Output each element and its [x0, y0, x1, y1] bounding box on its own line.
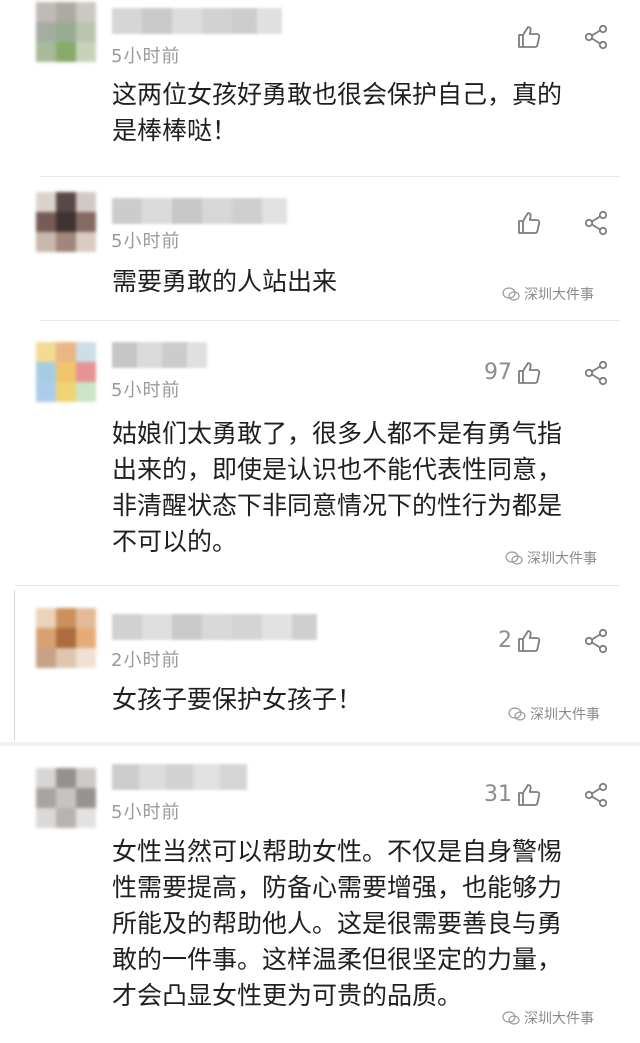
comment-text: 女性当然可以帮助女性。不仅是自身警惕 性需要提高，防备心需要增强，也能够力 所能… [112, 837, 563, 1010]
comment-time: 5小时前 [111, 46, 181, 67]
like-button[interactable] [452, 22, 542, 52]
comment-item: 2小时前 2 女孩子要保护女孩子！ 深圳大件事 [0, 590, 640, 740]
watermark: 深圳大件事 [508, 704, 600, 724]
username-blurred[interactable] [112, 342, 207, 368]
watermark: 深圳大件事 [502, 1008, 594, 1028]
comment-item: 5小时前 31 女性当然可以帮助女性。不仅是自身警惕 性需要提高，防备心需要增强… [0, 746, 640, 1043]
thumbs-up-icon [518, 362, 541, 384]
share-icon[interactable] [583, 24, 609, 50]
like-button[interactable]: 31 [452, 780, 542, 810]
avatar[interactable] [36, 2, 96, 62]
comment-time: 5小时前 [111, 380, 181, 401]
avatar[interactable] [36, 192, 96, 252]
username-blurred[interactable] [112, 198, 287, 224]
divider [15, 585, 620, 586]
like-count: 97 [484, 360, 512, 385]
like-count: 2 [498, 628, 512, 653]
like-count: 31 [484, 782, 512, 807]
comment-item: 5小时前 这两位女孩好勇敢也很会保护自己，真的 是棒棒哒！ [0, 0, 640, 180]
thumbs-up-icon [518, 784, 541, 806]
like-button[interactable] [452, 208, 542, 238]
avatar[interactable] [36, 608, 96, 668]
divider [40, 176, 620, 177]
share-icon[interactable] [583, 210, 609, 236]
wechat-icon [502, 1011, 520, 1025]
share-icon[interactable] [583, 628, 609, 654]
username-blurred[interactable] [112, 8, 282, 34]
like-button[interactable]: 97 [452, 358, 542, 388]
wechat-icon [508, 707, 526, 721]
thumbs-up-icon [518, 26, 541, 48]
share-icon[interactable] [583, 782, 609, 808]
comment-text: 姑娘们太勇敢了，很多人都不是有勇气指 出来的，即使是认识也不能代表性同意， 非清… [112, 419, 563, 556]
wechat-icon [505, 551, 523, 565]
avatar[interactable] [36, 342, 96, 402]
thumbs-up-icon [518, 212, 541, 234]
avatar[interactable] [36, 768, 96, 828]
wechat-icon [502, 287, 520, 301]
username-blurred[interactable] [112, 614, 317, 640]
thumbs-up-icon [518, 630, 541, 652]
comment-text: 这两位女孩好勇敢也很会保护自己，真的 是棒棒哒！ [112, 80, 563, 145]
watermark: 深圳大件事 [505, 548, 597, 568]
share-icon[interactable] [583, 360, 609, 386]
comment-item: 5小时前 97 姑娘们太勇敢了，很多人都不是有勇气指 出来的，即使是认识也不能代… [0, 320, 640, 585]
comment-item: 5小时前 需要勇敢的人站出来 深圳大件事 [0, 180, 640, 320]
username-blurred[interactable] [112, 764, 247, 790]
comment-time: 5小时前 [111, 802, 181, 823]
like-button[interactable]: 2 [452, 626, 542, 656]
comment-time: 5小时前 [111, 231, 181, 252]
watermark: 深圳大件事 [502, 284, 594, 304]
comment-time: 2小时前 [111, 650, 181, 671]
